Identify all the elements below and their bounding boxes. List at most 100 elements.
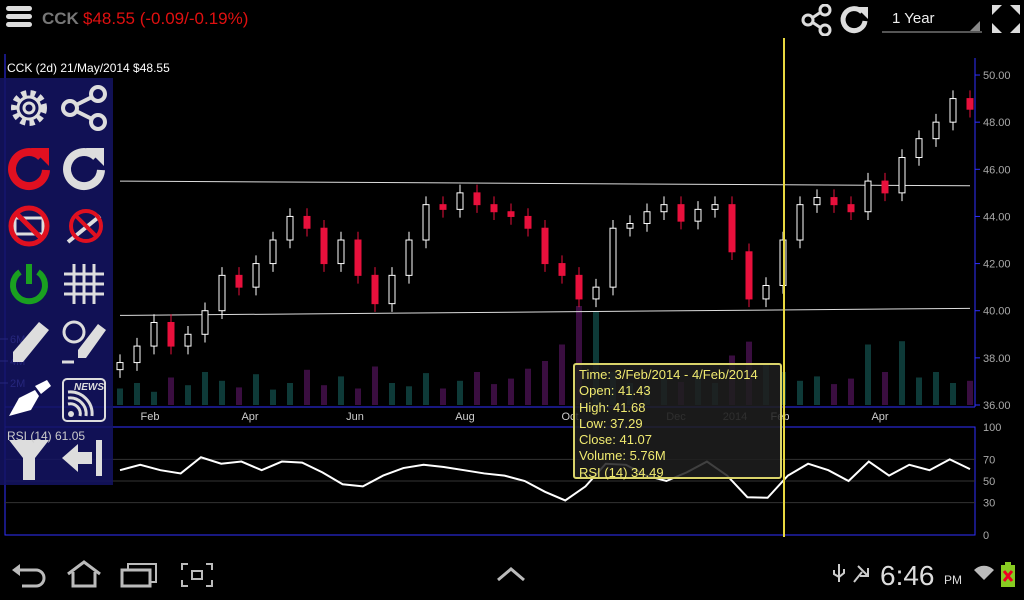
rsi-info: RSI (14) 61.05 [7, 429, 86, 443]
candle-body [694, 208, 702, 222]
back-icon[interactable] [10, 562, 46, 588]
pencil-icon[interactable] [5, 318, 53, 366]
system-nav-bar: 6:46 PM [0, 548, 1024, 600]
price-tick-label: 44.00 [983, 211, 1011, 223]
menu-icon[interactable] [6, 6, 32, 30]
candle-body [456, 192, 464, 210]
candle-body [133, 345, 141, 364]
volume-bar [814, 376, 820, 405]
hide-chart-icon[interactable] [5, 202, 53, 250]
price-tick-label: 40.00 [983, 306, 1011, 318]
rsi-tick-label: 50 [983, 476, 995, 488]
tool-sidebar: NEWS [0, 78, 113, 485]
home-icon[interactable] [64, 560, 104, 588]
chart-info: CCK (2d) 21/May/2014 $48.55 [7, 61, 170, 75]
candle-body [830, 197, 838, 206]
volume-bar [967, 380, 973, 405]
month-tick-label: Aug [455, 411, 475, 423]
edit-settings-icon[interactable] [60, 318, 108, 366]
share-icon[interactable] [800, 4, 834, 36]
candle-body [405, 239, 413, 276]
candle-body [252, 263, 260, 288]
tooltip-high: High: 41.68 [579, 399, 646, 415]
month-tick-label: Feb [141, 411, 160, 423]
candle-body [490, 204, 498, 213]
candle-body [201, 310, 209, 335]
candle-body [167, 322, 175, 347]
candle-body [796, 204, 804, 241]
volume-bar [253, 374, 259, 405]
candle-body [660, 204, 668, 213]
volume-bar [236, 387, 242, 405]
svg-text:NEWS: NEWS [74, 382, 104, 393]
volume-bar [321, 385, 327, 405]
volume-bar [372, 366, 378, 405]
candle-body [898, 157, 906, 194]
chevron-up-icon[interactable] [496, 566, 526, 582]
candle-body [303, 215, 311, 229]
volume-bar [202, 372, 208, 405]
volume-bar [355, 388, 361, 405]
rsi-tick-label: 100 [983, 422, 1001, 434]
candle-body [762, 285, 770, 300]
grid-icon[interactable] [60, 260, 108, 308]
volume-bar [559, 344, 565, 405]
news-icon[interactable]: NEWS [60, 376, 108, 424]
volume-bar [508, 378, 514, 405]
settings-gear-icon[interactable] [5, 84, 53, 132]
candle-body [949, 98, 957, 123]
data-tooltip: Time: 3/Feb/2014 - 4/Feb/2014 Open: 41.4… [573, 363, 782, 480]
volume-bar [525, 368, 531, 405]
candle-body [881, 180, 889, 194]
volume-bar [389, 383, 395, 405]
price-tick-label: 48.00 [983, 117, 1011, 129]
candle-body [337, 239, 345, 265]
candle-body [575, 274, 583, 300]
share-icon[interactable] [60, 84, 108, 132]
candle-body [388, 274, 396, 305]
refresh-icon[interactable] [838, 3, 870, 35]
rsi-tick-label: 70 [983, 454, 995, 466]
candle-body [592, 286, 600, 300]
volume-bar [899, 341, 905, 405]
candle-body [116, 362, 124, 371]
candle-body [354, 239, 362, 276]
candle-body [966, 98, 974, 110]
recent-apps-icon[interactable] [120, 562, 158, 588]
clock-ampm: PM [944, 573, 962, 587]
battery-icon [1001, 562, 1015, 587]
power-icon[interactable] [5, 260, 53, 308]
candle-body [439, 204, 447, 210]
candle-body [507, 211, 515, 217]
candle-body [218, 274, 226, 312]
candle-body [269, 239, 277, 265]
stock-chart[interactable]: 6M4M2M50.0048.0046.0044.0042.0040.0038.0… [0, 38, 1024, 548]
usb-sync-icons [833, 564, 869, 583]
hide-drawings-icon[interactable] [60, 202, 108, 250]
auto-refresh-icon[interactable] [5, 144, 53, 192]
volume-bar [185, 385, 191, 405]
price-tick-label: 42.00 [983, 259, 1011, 271]
price-tick-label: 50.00 [983, 70, 1011, 82]
volume-bar [797, 380, 803, 405]
refresh-icon[interactable] [60, 144, 108, 192]
candle-body [847, 204, 855, 213]
candle-body [473, 192, 481, 206]
candle-body [541, 227, 549, 265]
volume-bar [950, 383, 956, 405]
candle-body [864, 180, 872, 213]
brush-icon[interactable] [5, 376, 53, 424]
candle-body [524, 215, 532, 229]
volume-bar [440, 388, 446, 405]
fullscreen-icon[interactable] [990, 3, 1022, 35]
period-dropdown[interactable]: 1 Year [882, 5, 982, 33]
volume-bar [287, 383, 293, 405]
candle-body [558, 263, 566, 276]
month-tick-label: Apr [241, 411, 258, 423]
screenshot-icon[interactable] [180, 562, 214, 588]
volume-bar [491, 384, 497, 405]
candle-body [286, 215, 294, 241]
candle-body [150, 322, 158, 347]
month-tick-label: Jun [346, 411, 364, 423]
volume-bar [882, 372, 888, 405]
